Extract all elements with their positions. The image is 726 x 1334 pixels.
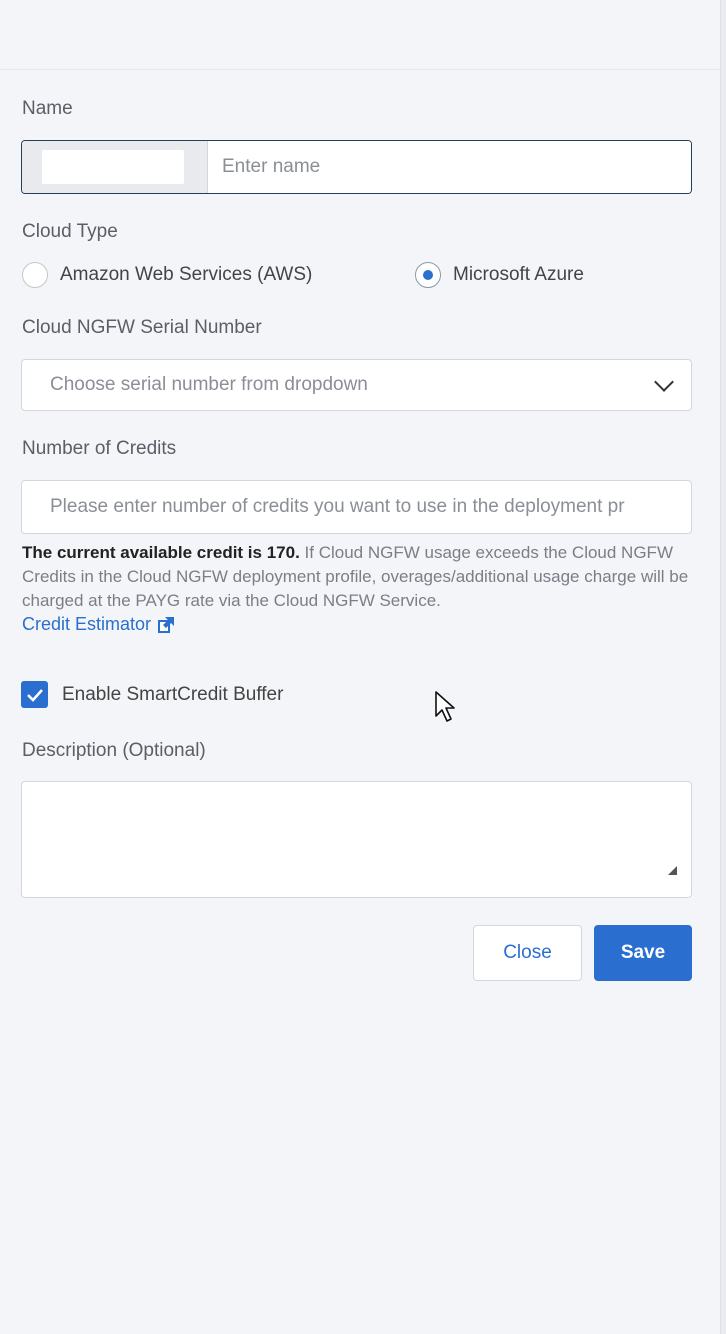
name-label: Name	[22, 98, 73, 119]
radio-circle-aws[interactable]	[22, 262, 48, 288]
radio-aws[interactable]: Amazon Web Services (AWS)	[22, 262, 312, 288]
form-header	[0, 0, 726, 70]
radio-azure[interactable]: Microsoft Azure	[415, 262, 584, 288]
external-link-icon[interactable]	[157, 616, 175, 634]
name-input[interactable]	[208, 141, 691, 193]
check-icon	[26, 688, 43, 702]
panel-scrollbar[interactable]	[720, 0, 726, 1334]
radio-circle-azure[interactable]	[415, 262, 441, 288]
name-input-group	[21, 140, 692, 194]
credit-help-text: The current available credit is 170. If …	[22, 541, 692, 613]
close-button[interactable]: Close	[473, 925, 582, 981]
credits-input[interactable]: Please enter number of credits you want …	[21, 480, 692, 534]
serial-number-select[interactable]: Choose serial number from dropdown	[21, 359, 692, 411]
smartcredit-checkbox[interactable]	[21, 681, 48, 708]
serial-number-label: Cloud NGFW Serial Number	[22, 317, 262, 338]
smartcredit-label: Enable SmartCredit Buffer	[62, 683, 284, 705]
credit-estimator-link[interactable]: Credit Estimator	[22, 614, 175, 635]
serial-number-placeholder: Choose serial number from dropdown	[50, 374, 368, 395]
mouse-cursor-icon	[435, 691, 455, 722]
resize-handle-icon[interactable]	[668, 866, 677, 875]
chevron-down-icon[interactable]	[654, 372, 674, 392]
smartcredit-checkbox-row[interactable]: Enable SmartCredit Buffer	[21, 681, 283, 708]
radio-label-azure: Microsoft Azure	[453, 264, 584, 285]
credits-label: Number of Credits	[22, 438, 177, 459]
credit-estimator-label[interactable]: Credit Estimator	[22, 614, 151, 635]
deployment-profile-form: Name Cloud Type Amazon Web Services (AWS…	[0, 0, 726, 1334]
description-textarea[interactable]	[21, 781, 692, 898]
description-label: Description (Optional)	[22, 740, 206, 761]
radio-label-aws: Amazon Web Services (AWS)	[60, 264, 313, 285]
save-button[interactable]: Save	[594, 925, 692, 981]
cloud-type-label: Cloud Type	[22, 221, 118, 242]
redacted-prefix	[42, 150, 184, 184]
name-prefix	[22, 141, 208, 193]
cloud-type-radio-group: Amazon Web Services (AWS) Microsoft Azur…	[22, 262, 702, 290]
credits-placeholder: Please enter number of credits you want …	[50, 496, 625, 517]
available-credit-text: The current available credit is 170.	[22, 543, 300, 562]
